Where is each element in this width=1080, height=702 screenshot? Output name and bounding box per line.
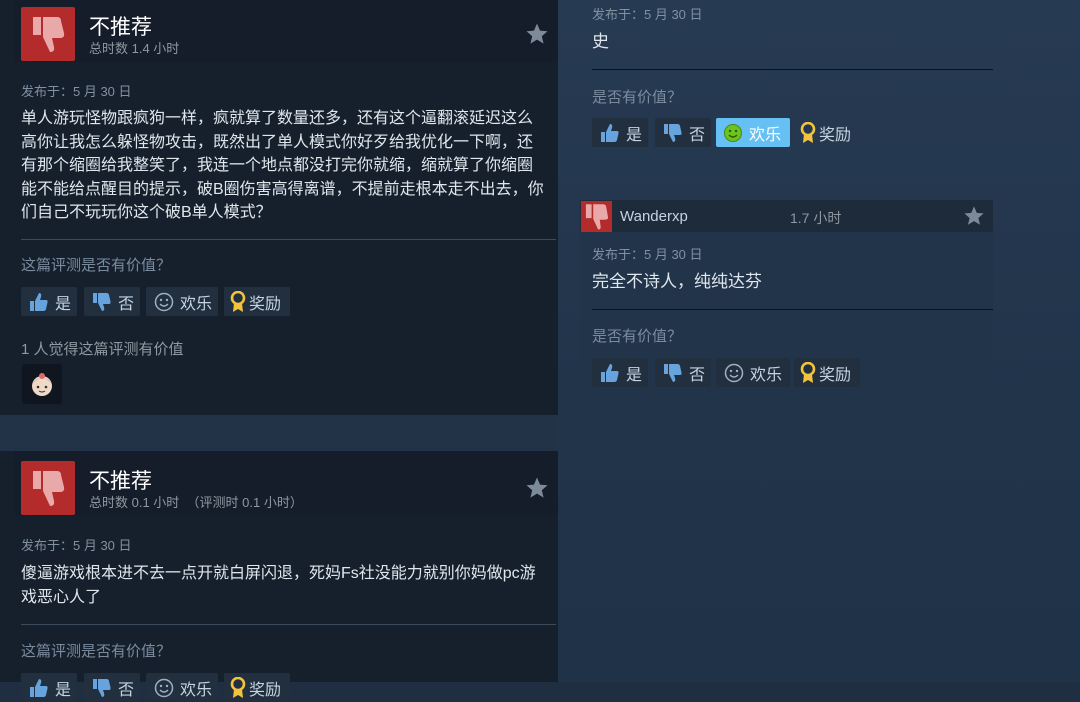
vote-no-button[interactable]: 否 (84, 287, 140, 316)
comment-username[interactable]: Wanderxp (620, 208, 688, 225)
vote-yes-button[interactable]: 是 (21, 673, 77, 702)
review-header: 不推荐 总时数 0.1 小时 （评测时 0.1 小时） (14, 451, 558, 515)
thumbs-down-icon (585, 204, 609, 230)
thumbs-up-icon (599, 362, 621, 384)
smiley-icon (722, 122, 744, 144)
vote-yes-label: 是 (55, 681, 72, 699)
thumbs-down-icon (91, 291, 113, 313)
vote-no-label: 否 (118, 295, 135, 313)
vote-funny-button[interactable]: 欢乐 (716, 118, 790, 147)
award-ribbon-icon (799, 121, 817, 144)
vote-no-button[interactable]: 否 (655, 118, 711, 147)
smiley-icon (723, 362, 745, 384)
smiley-icon (153, 677, 175, 699)
thumbs-up-icon (28, 291, 50, 313)
divider (592, 309, 993, 310)
review-hours: 总时数 0.1 小时 （评测时 0.1 小时） (89, 495, 303, 510)
star-icon[interactable] (963, 205, 985, 227)
vote-yes-button[interactable]: 是 (592, 358, 648, 387)
vote-funny-label: 欢乐 (180, 295, 213, 313)
review-date: 发布于：5 月 30 日 (21, 538, 132, 553)
award-label: 奖励 (249, 295, 282, 313)
star-icon[interactable] (525, 22, 549, 46)
award-label: 奖励 (819, 126, 852, 144)
not-recommended-badge (21, 461, 75, 515)
award-ribbon-icon (229, 290, 247, 313)
award-label: 奖励 (249, 681, 282, 699)
award-label: 奖励 (819, 366, 852, 384)
comment-card: Wanderxp 1.7 小时 发布于：5 月 30 日 完全不诗人，纯纯达芬 … (580, 200, 993, 406)
vote-no-label: 否 (689, 126, 706, 144)
award-ribbon-icon (799, 361, 817, 384)
award-ribbon-icon (229, 676, 247, 699)
helpful-question: 是否有价值？ (592, 89, 683, 106)
vote-yes-button[interactable]: 是 (592, 118, 648, 147)
thumbs-up-icon (28, 677, 50, 699)
review-title: 不推荐 (89, 470, 152, 493)
thumbs-up-icon (599, 122, 621, 144)
review-title: 不推荐 (89, 16, 152, 39)
award-button[interactable]: 奖励 (794, 118, 860, 147)
thumbs-down-icon (662, 362, 684, 384)
thumbs-down-icon (91, 677, 113, 699)
helpful-question: 是否有价值？ (592, 328, 683, 345)
divider (21, 624, 556, 625)
review-card: 不推荐 总时数 1.4 小时 发布于：5 月 30 日 单人游玩怪物跟疯狗一样，… (0, 0, 558, 415)
vote-funny-label: 欢乐 (180, 681, 213, 699)
vote-funny-button[interactable]: 欢乐 (716, 358, 790, 387)
vote-no-button[interactable]: 否 (84, 673, 140, 702)
comment-date: 发布于：5 月 30 日 (592, 247, 703, 262)
comment-hours: 1.7 小时 (790, 210, 842, 226)
smiley-icon (153, 291, 175, 313)
review-date: 发布于：5 月 30 日 (21, 84, 132, 99)
thumbs-down-icon (33, 471, 65, 506)
comment-date: 发布于：5 月 30 日 (592, 7, 703, 22)
star-icon[interactable] (525, 476, 549, 500)
divider (592, 69, 993, 70)
vote-funny-label: 欢乐 (750, 366, 783, 384)
award-button[interactable]: 奖励 (224, 287, 290, 316)
review-body: 傻逼游戏根本进不去一点开就白屏闪退，死妈Fs社没能力就别你妈做pc游戏恶心人了 (21, 565, 536, 606)
divider (21, 239, 556, 240)
vote-yes-label: 是 (626, 126, 643, 144)
not-recommended-badge (581, 201, 612, 232)
avatar-face-icon (32, 373, 52, 396)
comment-header: Wanderxp 1.7 小时 (580, 200, 993, 232)
vote-yes-label: 是 (55, 295, 72, 313)
comment-card: 发布于：5 月 30 日 史 是否有价值？ 是 否 欢乐 奖励 (580, 0, 993, 160)
review-hours: 总时数 1.4 小时 (89, 41, 180, 56)
award-button[interactable]: 奖励 (794, 358, 860, 387)
vote-funny-button[interactable]: 欢乐 (146, 673, 218, 702)
review-separator (0, 415, 558, 451)
vote-no-button[interactable]: 否 (655, 358, 711, 387)
review-body: 单人游玩怪物跟疯狗一样，疯就算了数量还多，还有这个逼翻滚延迟这么高你让我怎么躲怪… (21, 110, 544, 221)
award-button[interactable]: 奖励 (224, 673, 290, 702)
comment-body: 史 (592, 32, 609, 51)
vote-no-label: 否 (118, 681, 135, 699)
vote-funny-button[interactable]: 欢乐 (146, 287, 218, 316)
thumbs-down-icon (662, 122, 684, 144)
vote-funny-label: 欢乐 (749, 126, 782, 144)
comment-body: 完全不诗人，纯纯达芬 (592, 272, 762, 291)
review-card: 不推荐 总时数 0.1 小时 （评测时 0.1 小时） 发布于：5 月 30 日… (0, 451, 558, 702)
thumbs-down-icon (33, 17, 65, 52)
review-header: 不推荐 总时数 1.4 小时 (14, 0, 558, 62)
reviewer-avatar[interactable] (22, 364, 62, 404)
not-recommended-badge (21, 7, 75, 61)
vote-yes-button[interactable]: 是 (21, 287, 77, 316)
helpful-question: 这篇评测是否有价值？ (21, 643, 172, 660)
helpful-count: 1 人觉得这篇评测有价值 (21, 341, 184, 358)
vote-no-label: 否 (689, 366, 706, 384)
helpful-question: 这篇评测是否有价值？ (21, 257, 172, 274)
vote-yes-label: 是 (626, 366, 643, 384)
